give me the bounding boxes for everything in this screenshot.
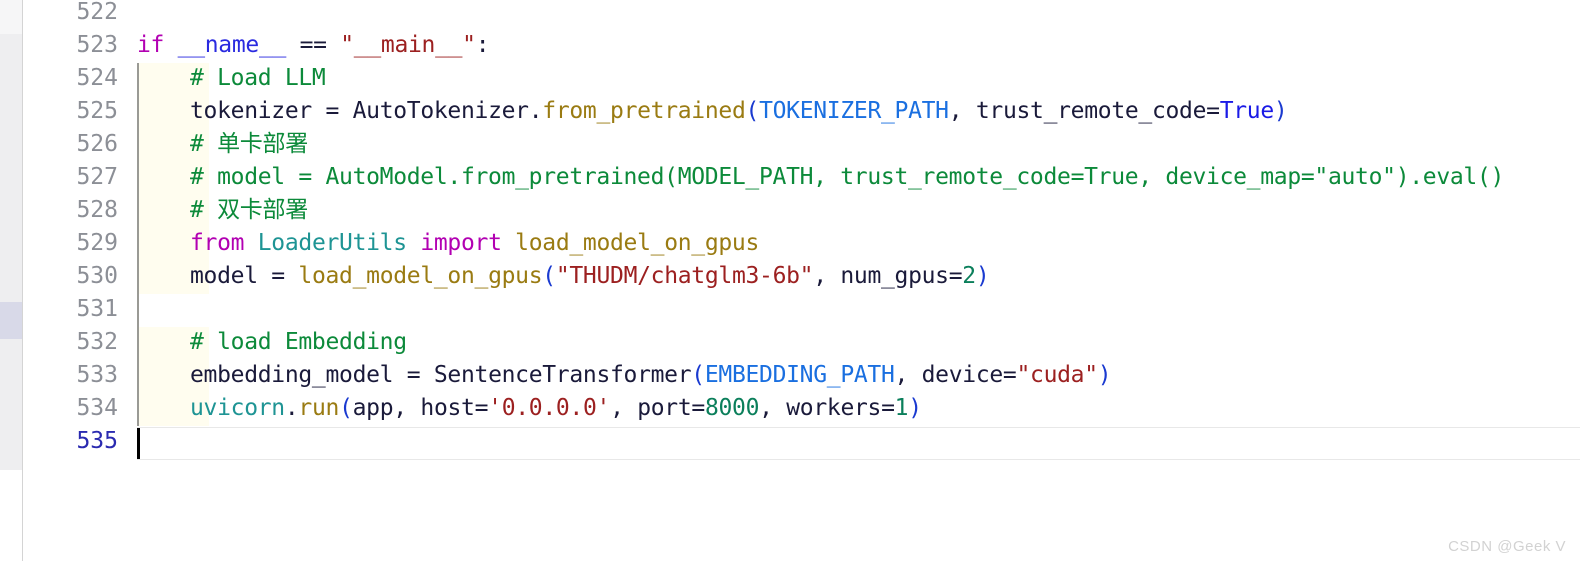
line-number-524[interactable]: 524	[18, 62, 118, 95]
token-paren-close-530: )	[975, 263, 990, 289]
token-comma-534-2: ,	[610, 395, 638, 421]
token-string-host: '0.0.0.0'	[488, 395, 611, 421]
watermark-text: CSDN @Geek V	[1448, 538, 1566, 555]
token-paren-open-534: (	[339, 395, 353, 421]
token-assign-op: =	[311, 98, 353, 124]
token-arg-host: host=	[420, 395, 489, 421]
token-string-model-id: "THUDM/chatglm3-6b"	[555, 263, 814, 289]
line-number-525[interactable]: 525	[18, 95, 118, 128]
token-paren-close-534: )	[908, 395, 922, 421]
token-comment-automodel: # model = AutoModel.from_pretrained(MODE…	[190, 164, 1505, 190]
token-comma-534-3: ,	[759, 395, 787, 421]
token-fn-run: run	[298, 395, 340, 421]
line-number-530[interactable]: 530	[18, 260, 118, 293]
token-comma-533: ,	[894, 362, 922, 388]
code-line-526[interactable]: # 单卡部署	[190, 128, 308, 161]
token-dunder-name: __name__	[164, 32, 287, 58]
text-caret	[137, 428, 140, 459]
token-module-uvicorn: uvicorn	[190, 395, 285, 421]
line-number-531[interactable]: 531	[18, 293, 118, 326]
token-paren-open: (	[745, 98, 760, 124]
token-class-autotokenizer: AutoTokenizer	[352, 98, 529, 124]
code-line-525[interactable]: tokenizer = AutoTokenizer.from_pretraine…	[190, 95, 1288, 128]
code-line-524[interactable]: # Load LLM	[190, 62, 326, 95]
token-string-cuda: "cuda"	[1016, 362, 1098, 388]
token-paren-open-533: (	[691, 362, 705, 388]
token-dot: .	[528, 98, 543, 124]
line-number-535[interactable]: 535	[18, 425, 118, 458]
token-module-loaderutils: LoaderUtils	[244, 230, 421, 256]
token-fn-sentencetransformer: SentenceTransformer	[433, 362, 692, 388]
token-var-tokenizer: tokenizer	[190, 98, 312, 124]
token-arg-workers: workers=	[786, 395, 895, 421]
current-line-highlight	[137, 427, 1580, 460]
token-operator-equals: ==	[286, 32, 341, 58]
token-comma-534-1: ,	[393, 395, 421, 421]
token-comment-single-gpu: # 单卡部署	[190, 131, 308, 157]
line-number-522[interactable]: 522	[18, 0, 118, 29]
code-line-533[interactable]: embedding_model = SentenceTransformer(EM…	[190, 359, 1112, 392]
token-paren-close: )	[1273, 98, 1288, 124]
token-number-1: 1	[894, 395, 909, 421]
token-paren-close-533: )	[1097, 362, 1112, 388]
token-import-name: load_model_on_gpus	[501, 230, 760, 256]
token-var-model: model	[190, 263, 258, 289]
token-arg-device: device=	[921, 362, 1017, 388]
token-arg-embedding-path: EMBEDDING_PATH	[704, 362, 895, 388]
line-number-532[interactable]: 532	[18, 326, 118, 359]
token-number-2: 2	[962, 263, 976, 289]
token-arg-port: port=	[637, 395, 705, 421]
code-line-527[interactable]: # model = AutoModel.from_pretrained(MODE…	[190, 161, 1504, 194]
token-comma: ,	[948, 98, 976, 124]
token-keyword-import: import	[420, 230, 502, 256]
token-comment-load-embedding: # load Embedding	[190, 329, 407, 355]
code-text-area[interactable]: if __name__ == "__main__": # Load LLM to…	[137, 0, 1580, 561]
indent-guide-line	[137, 63, 139, 426]
token-fn-from-pretrained: from_pretrained	[542, 98, 746, 124]
line-number-527[interactable]: 527	[18, 161, 118, 194]
line-number-528[interactable]: 528	[18, 194, 118, 227]
line-number-526[interactable]: 526	[18, 128, 118, 161]
code-line-534[interactable]: uvicorn.run(app, host='0.0.0.0', port=80…	[190, 392, 922, 425]
line-number-533[interactable]: 533	[18, 359, 118, 392]
token-arg-num-gpus: num_gpus=	[840, 263, 963, 289]
code-editor[interactable]: 522 523 524 525 526 527 528 529 530 531 …	[0, 0, 1580, 561]
token-comma-530: ,	[813, 263, 841, 289]
token-const-true: True	[1219, 98, 1275, 124]
token-var-embedding-model: embedding_model	[190, 362, 394, 388]
code-line-532[interactable]: # load Embedding	[190, 326, 407, 359]
token-string-main: "__main__"	[340, 32, 476, 58]
line-number-523[interactable]: 523	[18, 29, 118, 62]
token-arg-trust-remote-code: trust_remote_code=	[975, 98, 1220, 124]
token-keyword-if: if	[137, 32, 165, 58]
line-number-534[interactable]: 534	[18, 392, 118, 425]
code-line-529[interactable]: from LoaderUtils import load_model_on_gp…	[190, 227, 759, 260]
token-paren-open-530: (	[542, 263, 556, 289]
code-line-530[interactable]: model = load_model_on_gpus("THUDM/chatgl…	[190, 260, 990, 293]
token-keyword-from: from	[190, 230, 245, 256]
token-colon: :	[475, 32, 490, 58]
token-arg-tokenizer-path: TOKENIZER_PATH	[759, 98, 949, 124]
token-arg-app: app	[352, 395, 394, 421]
line-number-gutter[interactable]: 522 523 524 525 526 527 528 529 530 531 …	[23, 0, 137, 561]
token-assign-op-533: =	[393, 362, 434, 388]
code-line-523[interactable]: if __name__ == "__main__":	[137, 29, 490, 62]
token-dot-534: .	[284, 395, 299, 421]
token-assign-op-530: =	[257, 263, 299, 289]
token-number-8000: 8000	[704, 395, 760, 421]
token-comment-dual-gpu: # 双卡部署	[190, 197, 308, 223]
token-fn-load-model-on-gpus: load_model_on_gpus	[298, 263, 543, 289]
line-number-529[interactable]: 529	[18, 227, 118, 260]
code-line-528[interactable]: # 双卡部署	[190, 194, 308, 227]
token-comment-load-llm: # Load LLM	[190, 65, 326, 91]
